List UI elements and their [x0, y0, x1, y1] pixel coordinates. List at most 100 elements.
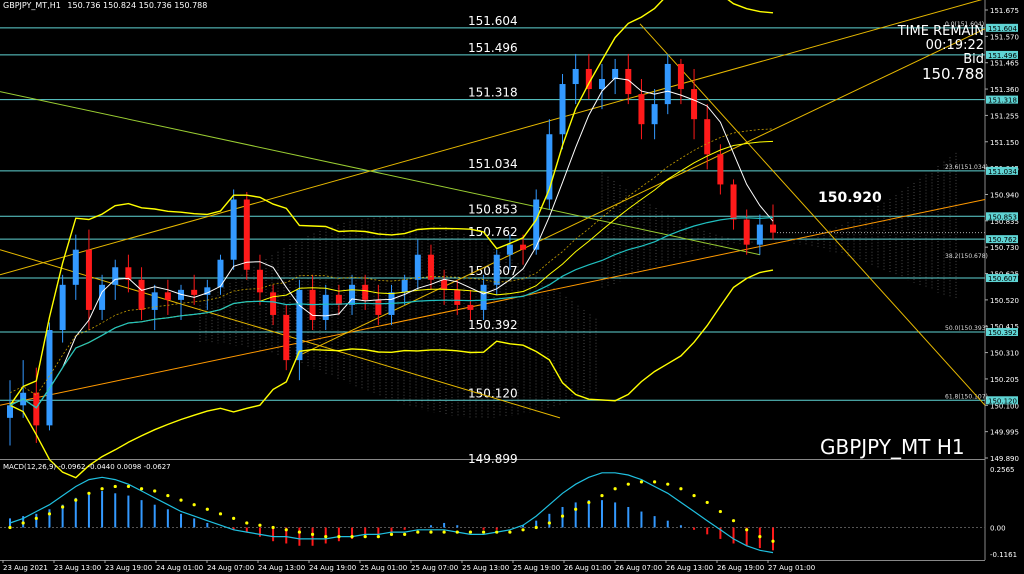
- candle-body: [362, 284, 369, 300]
- macd-signal-dot: [587, 500, 591, 505]
- price-tick-label: 151.255: [990, 112, 1019, 120]
- time-tick-label: 26 Aug 19:00: [717, 564, 764, 572]
- candle-body: [756, 224, 763, 245]
- candle-body: [33, 392, 40, 426]
- macd-signal-dot: [745, 528, 749, 532]
- candle-body: [520, 244, 527, 250]
- candle-body: [85, 249, 92, 310]
- macd-signal-dot: [179, 498, 183, 502]
- price-tick-label: 150.205: [990, 376, 1019, 384]
- time-tick-label: 23 Aug 2021: [3, 564, 48, 572]
- symbol-name: GBPJPY_MT,H1: [3, 1, 61, 10]
- candle-body: [59, 284, 66, 330]
- price-tick-label: 151.675: [990, 7, 1019, 15]
- macd-signal-dot: [547, 521, 551, 525]
- chart-window: 151.675 151.570 151.465 151.360 151.255 151.1…: [0, 0, 1024, 574]
- ohlc-values: 150.736 150.824 150.736 150.788: [67, 1, 208, 10]
- macd-main-line: [9, 472, 774, 554]
- candle-body: [401, 279, 408, 293]
- macd-signal-dot: [389, 532, 394, 536]
- candle-body: [270, 292, 277, 315]
- macd-signal-dot: [455, 530, 459, 534]
- time-tick-label: 24 Aug 19:00: [309, 564, 356, 572]
- macd-signal-dot: [61, 505, 65, 509]
- candle-body: [427, 254, 434, 280]
- candle-body: [651, 104, 658, 125]
- price-chart[interactable]: 151.675 151.570 151.465 151.360 151.255 151.1…: [0, 0, 1024, 574]
- time-tick-label: 25 Aug 01:00: [360, 564, 407, 572]
- time-tick-label: 27 Aug 01:00: [768, 564, 815, 572]
- candle-body: [72, 249, 79, 285]
- level-price-tag: 151.318: [988, 97, 1017, 105]
- macd-signal-dot: [324, 535, 328, 539]
- level-price-tag: 150.392: [988, 329, 1017, 337]
- macd-signal-dot: [363, 535, 367, 539]
- candle-body: [7, 405, 13, 418]
- macd-signal-dot: [74, 498, 78, 502]
- macd-signal-dot: [8, 525, 12, 530]
- candle-body: [770, 224, 776, 233]
- level-label: 150.853: [468, 202, 518, 216]
- macd-signal-dot: [521, 528, 525, 532]
- price-tick-label: 150.310: [990, 350, 1019, 358]
- candle-body: [283, 314, 290, 361]
- macd-signal-dot: [34, 516, 38, 520]
- macd-signal-dot: [403, 532, 407, 536]
- macd-signal-dot: [442, 530, 446, 534]
- candle-body: [598, 79, 605, 90]
- macd-tick-label: 0.00: [990, 525, 1006, 533]
- candle-body: [677, 63, 684, 90]
- level-price-tag: 150.762: [988, 236, 1017, 244]
- fib-label: 61.8(150.107): [945, 393, 988, 400]
- time-tick-label: 25 Aug 07:00: [411, 564, 458, 572]
- macd-signal-dot: [245, 521, 249, 525]
- bollinger-upper: [9, 0, 774, 406]
- bid-value: 150.788: [921, 65, 984, 83]
- candle-body: [743, 219, 750, 245]
- macd-signal-dot: [350, 535, 354, 539]
- time-remain-value: 00:19:22: [925, 38, 984, 53]
- macd-signal-dot: [560, 514, 565, 518]
- level-label: 151.034: [468, 157, 518, 171]
- time-tick-label: 26 Aug 13:00: [666, 564, 713, 572]
- candle-body: [559, 84, 566, 135]
- timer-panel: TIME REMAIN 00:19:22 Bid 150.788: [897, 24, 984, 83]
- macd-signal-dot: [718, 509, 722, 514]
- macd-signal-dot: [613, 487, 617, 491]
- bollinger-mid: [9, 140, 774, 409]
- level-label: 151.318: [468, 86, 518, 100]
- macd-signal-dot: [113, 484, 117, 489]
- macd-signal-dot: [21, 521, 25, 525]
- fib-label: 38.2(150.678): [945, 253, 988, 260]
- macd-signal-dot: [758, 535, 762, 539]
- fib-label: 23.6(151.034): [945, 164, 988, 171]
- candle-body: [638, 94, 645, 125]
- macd-signal-dot: [284, 528, 288, 532]
- ma-dotted: [9, 128, 774, 396]
- time-tick-label: 26 Aug 07:00: [615, 564, 662, 572]
- price-tick-label: 151.570: [990, 33, 1019, 41]
- macd-signal-dot: [495, 530, 499, 534]
- current-price-callout: 150.920: [818, 190, 882, 206]
- macd-signal-dot: [205, 507, 209, 511]
- macd-signal-dot: [666, 482, 670, 486]
- macd-signal-dot: [166, 493, 170, 498]
- macd-signal-dot: [87, 491, 91, 495]
- candle-body: [454, 289, 461, 305]
- macd-signal-dot: [692, 493, 696, 498]
- symbol-info: GBPJPY_MT,H1 150.736 150.824 150.736 150…: [3, 1, 207, 10]
- macd-signal-dot: [731, 519, 736, 523]
- macd-signal-dot: [258, 523, 262, 527]
- level-label: 151.496: [468, 41, 518, 55]
- level-price-tag: 150.607: [988, 275, 1017, 283]
- time-remain-label: TIME REMAIN: [897, 24, 984, 39]
- time-tick-label: 26 Aug 01:00: [564, 564, 611, 572]
- macd-signal-dot: [653, 480, 657, 484]
- candle-body: [664, 63, 671, 105]
- time-tick-label: 24 Aug 13:00: [258, 564, 305, 572]
- price-tick-label: 149.995: [990, 429, 1019, 437]
- price-tick-label: 150.730: [990, 244, 1019, 252]
- macd-signal-dot: [192, 503, 196, 507]
- macd-signal-dot: [468, 530, 473, 534]
- price-tick-label: 150.940: [990, 191, 1019, 199]
